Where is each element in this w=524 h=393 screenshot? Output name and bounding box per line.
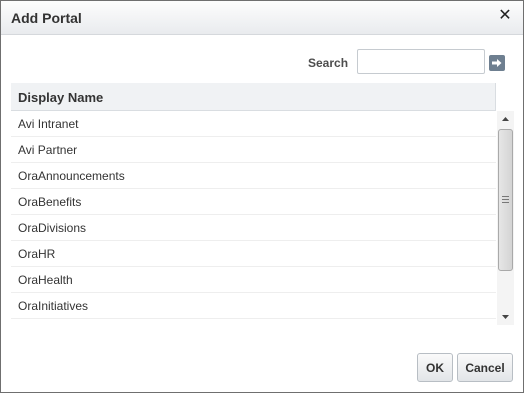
add-portal-dialog: Add Portal ✕ Search Display Name Avi Int… (0, 0, 524, 393)
table-row[interactable]: OraBenefits (11, 189, 496, 215)
cancel-button[interactable]: Cancel (457, 353, 513, 382)
table-scrollbar[interactable] (497, 111, 514, 325)
dialog-title-bar: Add Portal ✕ (1, 1, 523, 35)
row-label: OraAnnouncements (18, 169, 125, 183)
row-label: OraInitiatives (18, 299, 89, 313)
table-row[interactable]: OraHealth (11, 267, 496, 293)
close-icon[interactable]: ✕ (497, 8, 513, 24)
table-row[interactable]: Avi Intranet (11, 111, 496, 137)
table-row[interactable]: OraDivisions (11, 215, 496, 241)
dialog-title: Add Portal (11, 10, 82, 26)
grip-icon (502, 196, 509, 203)
scroll-up-icon[interactable] (497, 111, 514, 127)
scrollbar-thumb[interactable] (498, 129, 513, 271)
table-row[interactable]: OraHR (11, 241, 496, 267)
row-label: OraDivisions (18, 221, 87, 235)
search-input[interactable] (357, 49, 485, 74)
row-label: Avi Partner (18, 143, 78, 157)
ok-button[interactable]: OK (417, 353, 453, 382)
row-label: OraBenefits (18, 195, 82, 209)
table-header: Display Name (11, 83, 496, 111)
arrow-right-icon[interactable] (489, 55, 505, 71)
row-label: OraHR (18, 247, 56, 261)
column-header-display-name[interactable]: Display Name (18, 90, 103, 105)
table-row[interactable]: OraAnnouncements (11, 163, 496, 189)
table-row[interactable]: OraInitiatives (11, 293, 496, 319)
scroll-down-icon[interactable] (497, 309, 514, 325)
row-label: Avi Intranet (18, 117, 79, 131)
search-label: Search (308, 56, 349, 70)
portal-table: Display Name Avi Intranet Avi Partner Or… (11, 83, 514, 326)
table-body: Avi Intranet Avi Partner OraAnnouncement… (11, 111, 496, 319)
table-row[interactable]: Avi Partner (11, 137, 496, 163)
row-label: OraHealth (18, 273, 73, 287)
